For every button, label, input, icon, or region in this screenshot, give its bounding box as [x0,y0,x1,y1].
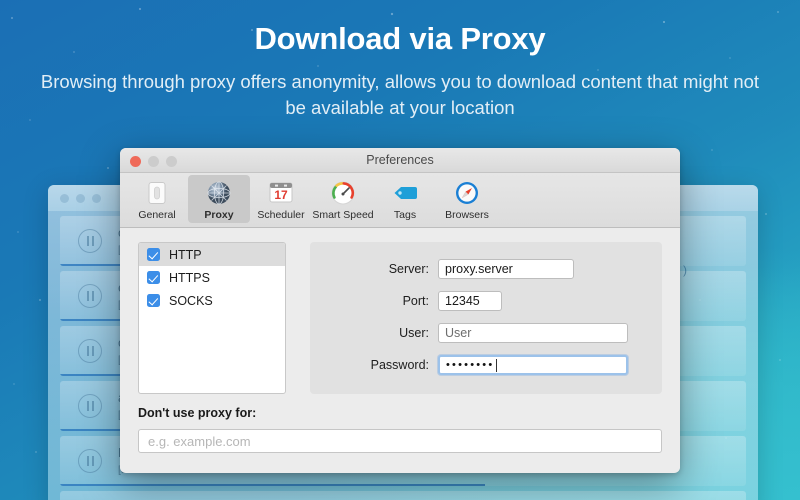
device-icon [142,178,172,208]
toolbar-item-proxy[interactable]: Proxy [188,175,250,223]
toolbar-item-general[interactable]: General [126,175,188,223]
form-row-server: Server: proxy.server [310,259,662,279]
pause-icon[interactable] [78,339,102,363]
preferences-toolbar: General Proxy 17 Scheduler Smart Speed T… [120,173,680,228]
promo-header: Download via Proxy Browsing through prox… [0,20,800,122]
checkbox-icon[interactable] [147,248,160,261]
zoom-button[interactable] [166,155,177,167]
user-label: User: [399,326,429,340]
window-title: Preferences [366,153,434,167]
port-label: Port: [402,294,429,308]
minimize-icon [76,194,85,203]
server-label: Server: [388,262,429,276]
pause-icon[interactable] [78,284,102,308]
toolbar-label: Tags [393,209,417,221]
minimize-button[interactable] [148,155,159,167]
preferences-window[interactable]: Preferences General Proxy 17 Scheduler S… [120,148,680,473]
pause-icon[interactable] [78,449,102,473]
page-subtitle: Browsing through proxy offers anonymity,… [40,71,760,119]
server-input[interactable]: proxy.server [438,259,574,279]
list-item-socks[interactable]: SOCKS [139,289,285,312]
zoom-icon [92,194,101,203]
protocol-list[interactable]: HTTP HTTPS SOCKS [138,242,286,394]
list-item-label: HTTP [169,247,202,262]
close-icon [60,194,69,203]
toolbar-label: Browsers [445,209,489,221]
page-title: Download via Proxy [254,21,546,56]
toolbar-item-smart-speed[interactable]: Smart Speed [312,175,374,223]
list-item-https[interactable]: HTTPS [139,266,285,289]
speedometer-icon [328,178,358,208]
progress-bar [60,483,486,486]
preferences-titlebar: Preferences [120,148,680,173]
toolbar-label: General [138,209,176,221]
proxy-settings-form: Server: proxy.server Port: 12345 User: U… [310,242,662,394]
password-input[interactable]: •••••••• [438,355,628,375]
list-item-label: HTTPS [169,270,210,285]
toolbar-item-tags[interactable]: Tags [374,175,436,223]
toolbar-item-browsers[interactable]: Browsers [436,175,498,223]
form-row-password: Password: •••••••• [310,355,662,375]
globe-icon [204,178,234,208]
download-info-fragment: ) [683,263,687,277]
user-input[interactable]: User [438,323,628,343]
form-row-user: User: User [310,323,662,343]
desktop-background: Download via Proxy Browsing through prox… [0,0,800,500]
calendar-day: 17 [274,188,288,202]
toolbar-item-scheduler[interactable]: 17 Scheduler [250,175,312,223]
list-item-http[interactable]: HTTP [139,243,285,266]
form-row-port: Port: 12345 [310,291,662,311]
toolbar-label: Scheduler [257,209,305,221]
proxy-pane: HTTP HTTPS SOCKS Server: proxy.server Po… [120,228,680,472]
pause-icon[interactable] [78,229,102,253]
calendar-icon: 17 [266,178,296,208]
bypass-section: Don't use proxy for: e.g. example.com [138,406,662,453]
toolbar-label: Proxy [204,209,234,221]
download-row[interactable]: typeeto.dmg [60,491,746,500]
bypass-input[interactable]: e.g. example.com [138,429,662,453]
checkbox-icon[interactable] [147,294,160,307]
bypass-label: Don't use proxy for: [138,406,257,420]
compass-icon [452,178,482,208]
password-value: •••••••• [446,358,495,371]
checkbox-icon[interactable] [147,271,160,284]
tag-icon [390,178,420,208]
close-button[interactable] [130,155,141,167]
password-label: Password: [370,358,429,372]
text-caret [496,358,498,372]
pause-icon[interactable] [78,394,102,418]
toolbar-label: Smart Speed [312,209,374,221]
port-input[interactable]: 12345 [438,291,502,311]
list-item-label: SOCKS [169,293,213,308]
